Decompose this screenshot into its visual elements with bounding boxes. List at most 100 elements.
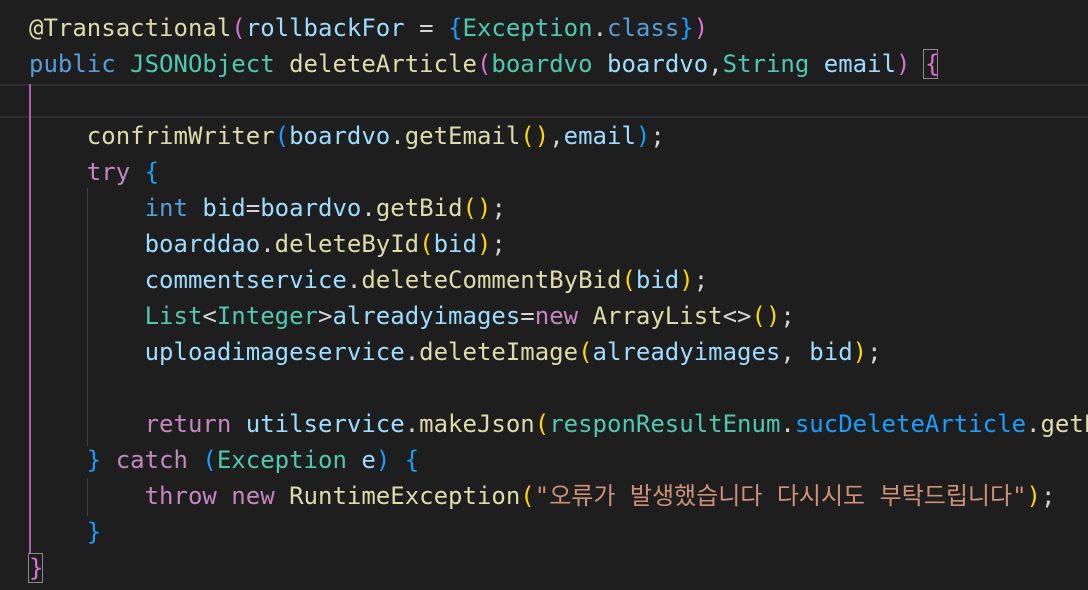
code-token: .: [404, 338, 420, 366]
code-token: (: [621, 266, 636, 294]
code-token: sucDeleteArticle: [794, 410, 1027, 438]
code-token: throw: [144, 482, 217, 510]
code-token: ;: [491, 194, 506, 222]
code-token: ,: [549, 122, 564, 150]
code-token: (: [476, 50, 492, 78]
code-token: (: [274, 122, 290, 150]
code-token: {: [404, 446, 420, 474]
code-line[interactable]: boarddao.deleteById(bid);: [29, 226, 1088, 262]
code-line[interactable]: public JSONObject deleteArticle(boardvo …: [29, 46, 1088, 82]
code-token: (: [231, 14, 246, 42]
code-line[interactable]: commentservice.deleteCommentByBid(bid);: [29, 262, 1088, 298]
code-token: }: [86, 518, 102, 546]
code-token: ): [693, 14, 709, 42]
code-token: ;: [491, 230, 506, 258]
code-line[interactable]: int bid=boardvo.getBid();: [29, 190, 1088, 226]
code-token: responResultEnum: [549, 410, 781, 438]
code-token: boardvo: [289, 122, 391, 150]
code-token: catch: [115, 446, 188, 474]
code-token: {: [144, 158, 160, 186]
code-token: (: [419, 230, 434, 258]
code-line[interactable]: confrimWriter(boardvo.getEmail(),email);: [29, 118, 1088, 154]
code-token: "오류가 발생했습니다 다시시도 부탁드립니다": [534, 482, 1027, 510]
code-token: deleteCommentByBid: [361, 266, 622, 294]
code-token: (: [578, 338, 593, 366]
code-token: List: [144, 302, 203, 330]
code-token: Integer: [216, 302, 318, 330]
code-line[interactable]: return utilservice.makeJson(responResult…: [29, 406, 1088, 442]
code-token: ;: [650, 122, 665, 150]
code-token: JSONObject: [130, 50, 275, 78]
code-token: (: [534, 410, 550, 438]
code-token: RuntimeException: [289, 482, 521, 510]
code-line[interactable]: throw new RuntimeException("오류가 발생했습니다 다…: [29, 478, 1088, 514]
code-line[interactable]: [29, 370, 1088, 406]
code-token: ): [635, 122, 651, 150]
code-token: public: [29, 50, 116, 78]
code-token: ,: [708, 50, 723, 78]
code-token: rollbackFor: [245, 14, 405, 42]
code-token: (): [462, 194, 492, 222]
code-token: String: [722, 50, 810, 78]
code-token: deleteArticle: [289, 50, 477, 78]
code-token: @Transactional: [29, 14, 232, 42]
code-token: .: [390, 122, 405, 150]
code-token: =: [520, 302, 535, 330]
code-token: ,: [780, 338, 810, 366]
code-line[interactable]: }: [29, 514, 1088, 550]
code-token: getEmail: [404, 122, 521, 150]
code-token: boarddao: [144, 230, 261, 258]
code-token: Exception: [462, 14, 593, 42]
code-token: confrimWriter: [86, 122, 275, 150]
code-token: deleteImage: [419, 338, 579, 366]
code-token: .: [780, 410, 795, 438]
code-token: {: [448, 14, 463, 42]
code-token: .: [592, 14, 608, 42]
code-token: boardvo: [607, 50, 709, 78]
top-edge: [0, 0, 1088, 8]
code-token: alreadyimages: [592, 338, 781, 366]
code-token: e: [361, 446, 376, 474]
code-line[interactable]: @Transactional(rollbackFor = {Exception.…: [29, 10, 1088, 46]
code-token: ): [896, 50, 911, 78]
code-token: {: [924, 50, 940, 78]
code-token: =: [245, 194, 261, 222]
code-token: boardvo: [491, 50, 593, 78]
code-token: email: [563, 122, 636, 150]
code-line[interactable]: } catch (Exception e) {: [29, 442, 1088, 478]
code-token: new: [231, 482, 275, 510]
code-line[interactable]: uploadimageservice.deleteImage(alreadyim…: [29, 334, 1088, 370]
code-token: email: [823, 50, 897, 78]
code-editor[interactable]: @Transactional(rollbackFor = {Exception.…: [0, 0, 1088, 590]
code-token: new: [534, 302, 579, 330]
code-line[interactable]: List<Integer>alreadyimages=new ArrayList…: [29, 298, 1088, 334]
code-token: try: [86, 158, 131, 186]
code-token: }: [29, 554, 44, 582]
code-line[interactable]: }: [29, 550, 1088, 586]
code-token: bid: [635, 266, 680, 294]
code-line[interactable]: [29, 82, 1088, 118]
code-token: Exception: [216, 446, 347, 474]
code-line[interactable]: try {: [29, 154, 1088, 190]
code-token: deleteById: [274, 230, 420, 258]
